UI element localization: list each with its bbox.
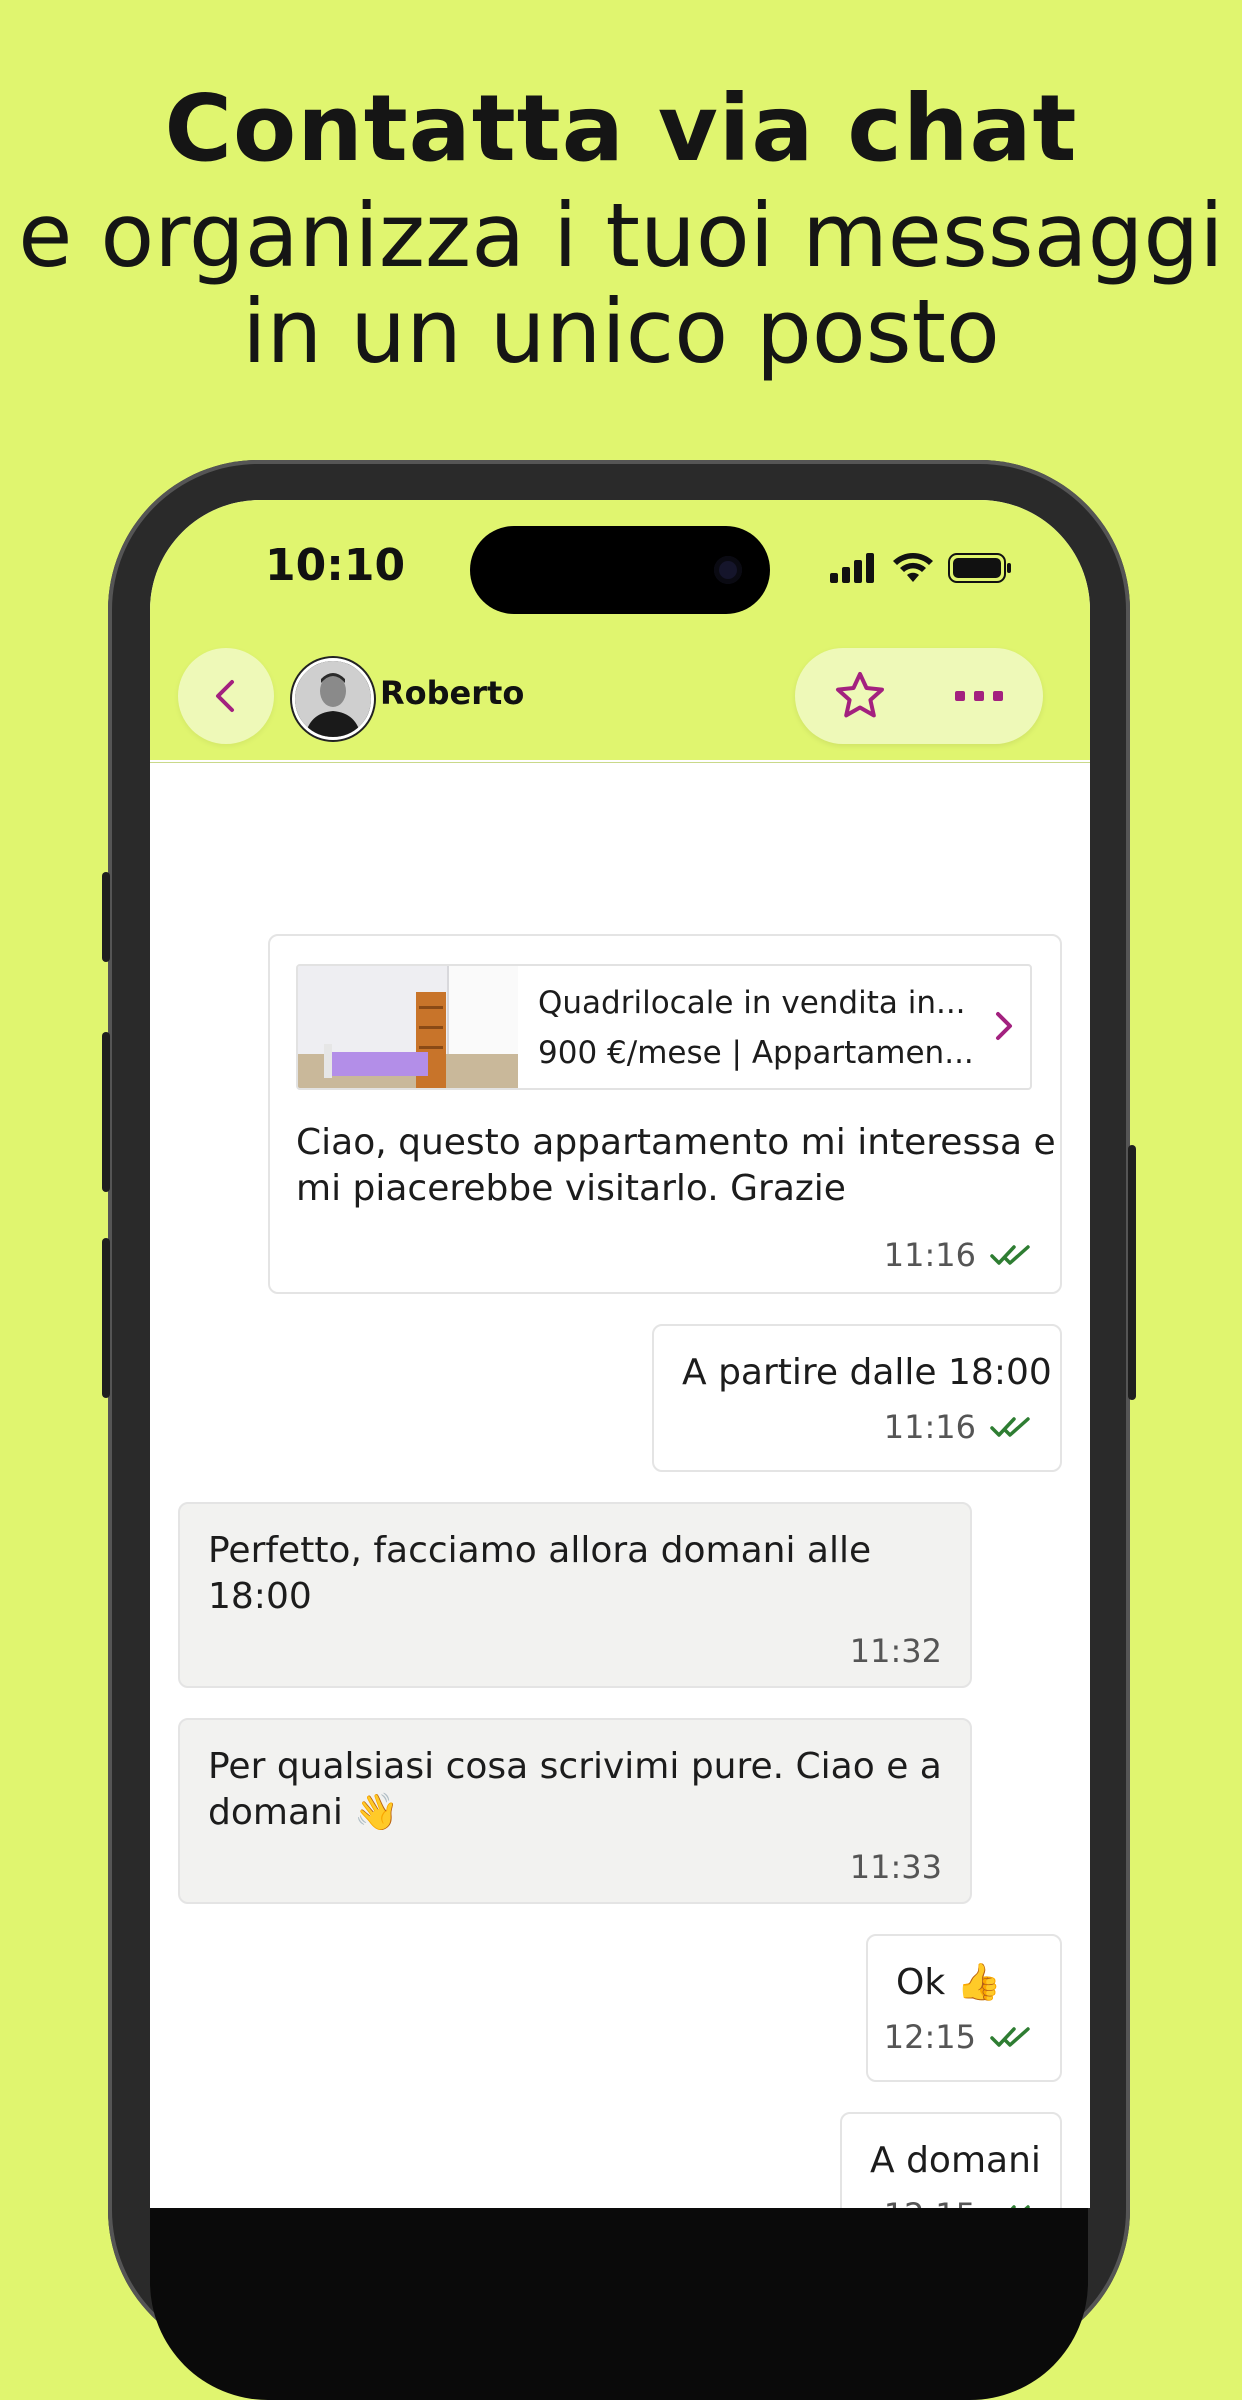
message-bubble-outgoing[interactable]: Ok 👍 12:15: [866, 1934, 1062, 2082]
double-check-icon: [990, 2027, 1030, 2047]
message-text-line: Per qualsiasi cosa scrivimi pure. Ciao e…: [208, 1746, 942, 1787]
more-horizontal-icon: [955, 691, 1003, 701]
contact-name[interactable]: Roberto: [380, 674, 524, 712]
phone-volume-down: [102, 1238, 110, 1398]
message-text-line: mi piacerebbe visitarlo. Grazie: [296, 1168, 846, 1209]
message-meta: 11:33: [850, 1844, 942, 1890]
chevron-right-icon: [996, 1012, 1012, 1040]
message-text-line: 18:00: [208, 1576, 312, 1617]
more-button[interactable]: [955, 688, 1003, 707]
message-bubble-outgoing[interactable]: A domani 12:15: [840, 2112, 1062, 2208]
header-actions: [795, 648, 1043, 744]
message-time: 12:15: [884, 2192, 976, 2208]
message-bubble-incoming[interactable]: Per qualsiasi cosa scrivimi pure. Ciao e…: [178, 1718, 972, 1904]
headline: Contatta via chat e organizza i tuoi mes…: [0, 70, 1242, 380]
message-bubble-incoming[interactable]: Perfetto, facciamo allora domani alle 18…: [178, 1502, 972, 1688]
phone-side-button: [102, 872, 110, 962]
message-time: 12:15: [883, 2018, 976, 2056]
message-time: 11:16: [883, 1408, 976, 1446]
message-bubble-outgoing[interactable]: A partire dalle 18:00 11:16: [652, 1324, 1062, 1472]
message-text-line: Ciao, questo appartamento mi interessa e: [296, 1122, 1056, 1163]
listing-title: Quadrilocale in vendita in...: [538, 985, 966, 1021]
double-check-icon: [990, 1417, 1030, 1437]
message-meta: 11:16: [884, 1232, 1032, 1278]
star-icon: [836, 672, 884, 718]
message-text: Perfetto, facciamo allora domani alle 18…: [208, 1528, 871, 1620]
dynamic-island: [470, 526, 770, 614]
camera-icon: [714, 556, 742, 584]
chevron-left-icon: [216, 680, 234, 712]
message-text: Ciao, questo appartamento mi interessa e…: [296, 1120, 1056, 1212]
message-meta: 12:15: [884, 2014, 1032, 2060]
contact-photo: [295, 661, 371, 737]
listing-subtitle: 900 €/mese | Appartamen...: [538, 1035, 974, 1071]
message-time: 11:16: [883, 1236, 976, 1274]
message-meta: 11:32: [850, 1628, 942, 1674]
status-time: 10:10: [265, 540, 406, 591]
message-meta: 11:16: [884, 1404, 1032, 1450]
message-time: 11:32: [849, 1632, 942, 1670]
message-text-line: Perfetto, facciamo allora domani alle: [208, 1530, 872, 1571]
message-bubble-outgoing[interactable]: Quadrilocale in vendita in... 900 €/mese…: [268, 934, 1062, 1294]
headline-title: Contatta via chat: [164, 75, 1078, 182]
phone-power-button: [1128, 1145, 1136, 1400]
double-check-icon: [990, 1245, 1030, 1265]
favorite-button[interactable]: [833, 670, 887, 726]
avatar[interactable]: [292, 658, 374, 740]
message-text: A partire dalle 18:00: [682, 1352, 1052, 1393]
signal-icon: [830, 553, 874, 583]
message-text: Per qualsiasi cosa scrivimi pure. Ciao e…: [208, 1744, 942, 1836]
phone-screen: 10:10 Roberto Quadrilocale in vendita in…: [150, 500, 1090, 2208]
headline-line-2: e organizza i tuoi messaggi: [18, 184, 1224, 287]
phone-volume-up: [102, 1032, 110, 1192]
double-check-icon: [1010, 2205, 1030, 2208]
battery-icon: [948, 553, 1011, 583]
message-text: A domani: [870, 2140, 1041, 2181]
headline-line-3: in un unico posto: [242, 280, 1000, 383]
status-bar: 10:10 Roberto: [150, 500, 1090, 763]
status-icons: [830, 552, 1012, 584]
message-text: Ok 👍: [896, 1962, 1002, 2003]
wifi-icon: [893, 553, 933, 582]
listing-thumbnail: [298, 966, 518, 1088]
message-text-line: domani 👋: [208, 1792, 400, 1833]
back-button[interactable]: [178, 648, 274, 744]
message-meta: 12:15: [884, 2192, 1032, 2208]
message-time: 11:33: [849, 1848, 942, 1886]
chat-header: Roberto: [150, 640, 1090, 763]
listing-card[interactable]: Quadrilocale in vendita in... 900 €/mese…: [296, 964, 1032, 1090]
